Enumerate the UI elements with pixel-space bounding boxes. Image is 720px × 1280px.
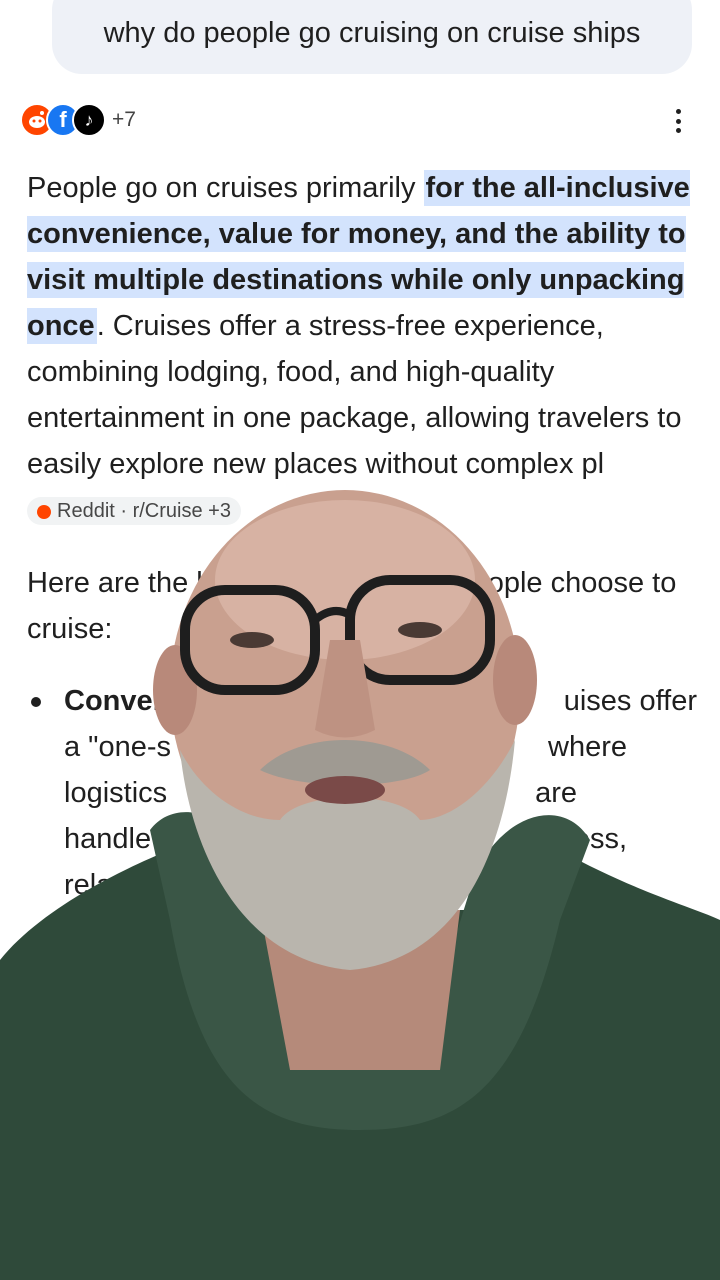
answer-rest: . Cruises offer a stress-free experience…	[27, 310, 682, 480]
answer-lead: People go on cruises primarily	[27, 172, 424, 204]
intro-start: Here are the l	[27, 567, 203, 599]
bullet-text-right-4: -stress,	[531, 823, 627, 855]
list-item: Conven uises offer a "one-s where logistic…	[27, 678, 697, 908]
bullet-text-3: handle	[64, 823, 152, 855]
hoodie-shape	[0, 850, 720, 1280]
bullet-text-right-1: uises offer	[563, 685, 697, 717]
ai-answer-paragraph: People go on cruises primarily for the a…	[27, 165, 697, 533]
sources-more-count: +7	[112, 108, 136, 131]
bullet-title: Conven	[64, 685, 171, 717]
bullet-text-2: logistics	[64, 777, 168, 809]
reddit-citation-icon	[37, 505, 51, 520]
tiktok-icon: ♪	[72, 103, 106, 137]
bullet-text-4: rela	[64, 869, 113, 901]
search-query-text: why do people go cruising on cruise ship…	[103, 17, 641, 49]
sources-row[interactable]: f ♪ +7	[20, 100, 136, 140]
list-intro: Here are the l ople choose to cruise:	[27, 560, 697, 652]
neck-shape	[260, 910, 460, 1070]
bullet-dot	[31, 697, 41, 707]
more-options-icon[interactable]	[666, 106, 690, 136]
bullet-text-right-3: are	[535, 777, 577, 809]
citation-chip[interactable]: Reddit · r/Cruise +3	[27, 497, 241, 526]
bullet-text-right-2: where	[548, 731, 627, 763]
search-query-bubble[interactable]: why do people go cruising on cruise ship…	[52, 0, 692, 74]
reasons-list: Conven uises offer a "one-s where logistic…	[27, 678, 697, 908]
citation-label: Reddit · r/Cruise +3	[57, 500, 231, 523]
bullet-text-1: a "one-s	[64, 731, 172, 763]
